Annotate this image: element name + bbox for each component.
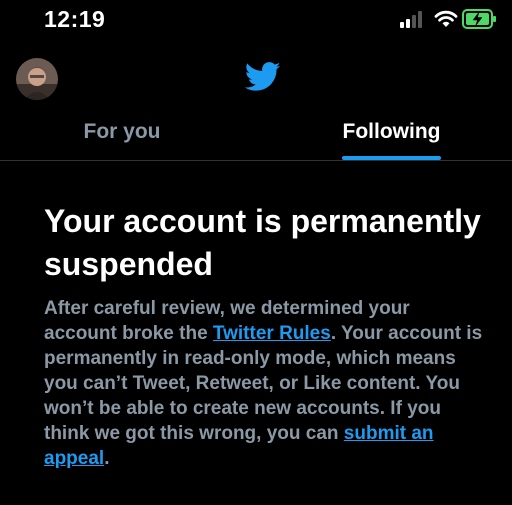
notice-body: After careful review, we determined your… (44, 296, 484, 471)
tab-selected-indicator (342, 156, 441, 160)
twitter-rules-link[interactable]: Twitter Rules (213, 323, 331, 344)
timeline-header: For you Following (0, 44, 512, 161)
twitter-bird-icon[interactable] (245, 62, 281, 92)
wifi-icon (434, 10, 458, 27)
notice-body-text: . (104, 448, 110, 469)
notice-title: Your account is permanently suspended (44, 203, 481, 282)
status-bar: 12:19 (0, 0, 512, 44)
suspension-notice: Your account is permanently suspended Af… (44, 200, 484, 471)
status-time: 12:19 (44, 6, 106, 32)
signal-icon (400, 11, 422, 28)
battery-charging-icon (462, 9, 496, 29)
tab-following[interactable]: Following (256, 120, 512, 144)
avatar[interactable] (16, 58, 58, 100)
tab-for-you[interactable]: For you (0, 120, 244, 144)
